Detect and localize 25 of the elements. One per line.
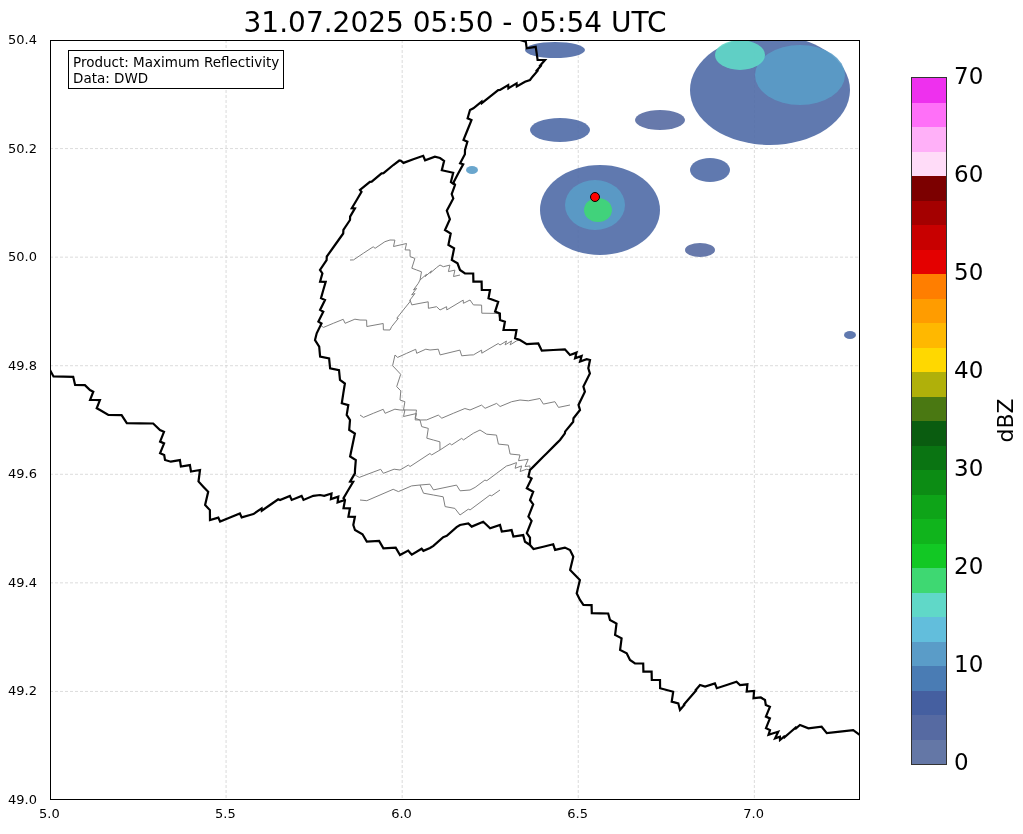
colorbar-label: dBZ [992, 398, 1018, 443]
info-text: Data: DWD [73, 70, 150, 86]
colorbar-tick-label: 70 [954, 65, 984, 88]
colorbar-tick-label: 10 [954, 653, 984, 676]
y-tick-label: 50.2 [8, 140, 37, 156]
x-tick-label: 5.5 [215, 806, 236, 821]
colorbar-tick-label: 50 [954, 261, 984, 284]
x-tick-label: 6.0 [391, 806, 412, 821]
colorbar-tick-label: 40 [954, 359, 984, 382]
colorbar-tick-label: 60 [954, 163, 984, 186]
y-tick-label: 50.4 [8, 32, 37, 47]
y-tick-label: 49.8 [8, 357, 37, 373]
x-tick-label: 5.0 [39, 806, 60, 821]
y-tick-label: 49.4 [8, 574, 37, 590]
x-tick-label: 6.5 [567, 806, 588, 821]
info-text: Product: Maximum Reflectivity [73, 54, 280, 70]
colorbar-tick-label: 30 [954, 457, 984, 480]
y-tick-label: 49.0 [8, 792, 37, 807]
y-tick-label: 49.6 [8, 466, 37, 482]
chart-title: 31.07.2025 05:50 - 05:54 UTC [243, 6, 667, 40]
y-tick-label: 50.0 [8, 249, 37, 265]
colorbar-tick-label: 0 [954, 751, 969, 774]
y-tick-label: 49.2 [8, 683, 37, 699]
colorbar-tick-label: 20 [954, 555, 984, 578]
x-tick-label: 7.0 [743, 806, 765, 821]
